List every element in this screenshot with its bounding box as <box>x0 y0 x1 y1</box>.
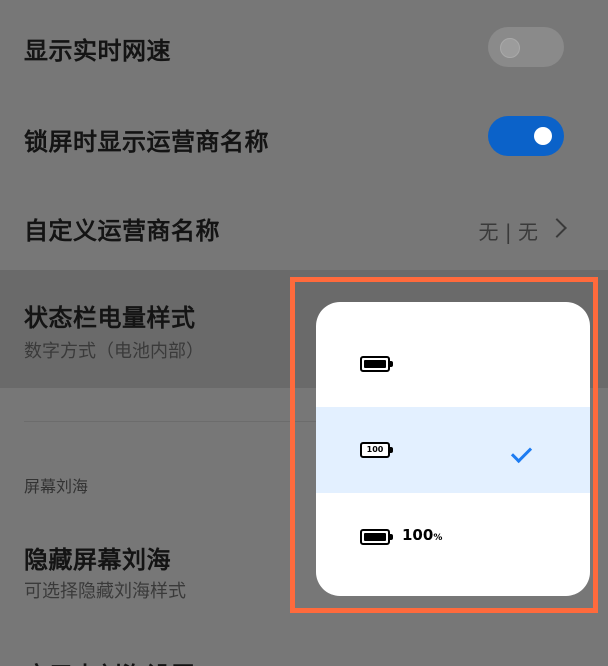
setting-label: 锁屏时显示运营商名称 <box>24 128 269 156</box>
setting-custom-carrier[interactable]: 自定义运营商名称 无 | 无 <box>0 183 608 270</box>
percent-sign: % <box>433 533 443 543</box>
setting-subtitle: 数字方式（电池内部） <box>24 341 204 362</box>
setting-label: 状态栏电量样式 <box>24 304 196 332</box>
battery-option-icon-only[interactable] <box>316 321 590 407</box>
battery-option-number-beside[interactable]: 100% <box>316 493 590 579</box>
battery-filled-icon <box>360 356 393 372</box>
battery-option-number-inside[interactable]: 100 <box>316 407 590 493</box>
setting-label: 应用内刘海设置 <box>24 656 196 666</box>
setting-realtime-speed[interactable]: 显示实时网速 <box>0 0 608 95</box>
battery-number-inside-icon: 100 <box>360 442 393 458</box>
toggle-knob <box>500 38 520 58</box>
chevron-right-icon <box>547 218 567 238</box>
lockscreen-carrier-toggle[interactable] <box>488 116 564 156</box>
setting-label: 自定义运营商名称 <box>24 217 220 245</box>
battery-style-popup: 100 100% <box>316 302 590 596</box>
setting-label: 隐藏屏幕刘海 <box>24 546 171 574</box>
setting-lockscreen-carrier[interactable]: 锁屏时显示运营商名称 <box>0 95 608 183</box>
section-header: 屏幕刘海 <box>24 477 89 496</box>
battery-inner-number: 100 <box>366 445 384 454</box>
checkmark-icon <box>510 441 533 464</box>
setting-app-notch[interactable]: 应用内刘海设置 <box>0 620 608 666</box>
battery-filled-icon <box>360 529 393 545</box>
realtime-speed-toggle[interactable] <box>488 27 564 67</box>
battery-percent-value: 100 <box>402 526 434 544</box>
toggle-knob <box>534 127 552 145</box>
setting-label: 显示实时网速 <box>24 37 171 65</box>
battery-percent-label: 100% <box>402 526 442 544</box>
custom-carrier-value: 无 | 无 <box>478 220 538 244</box>
setting-subtitle: 可选择隐藏刘海样式 <box>24 581 186 602</box>
